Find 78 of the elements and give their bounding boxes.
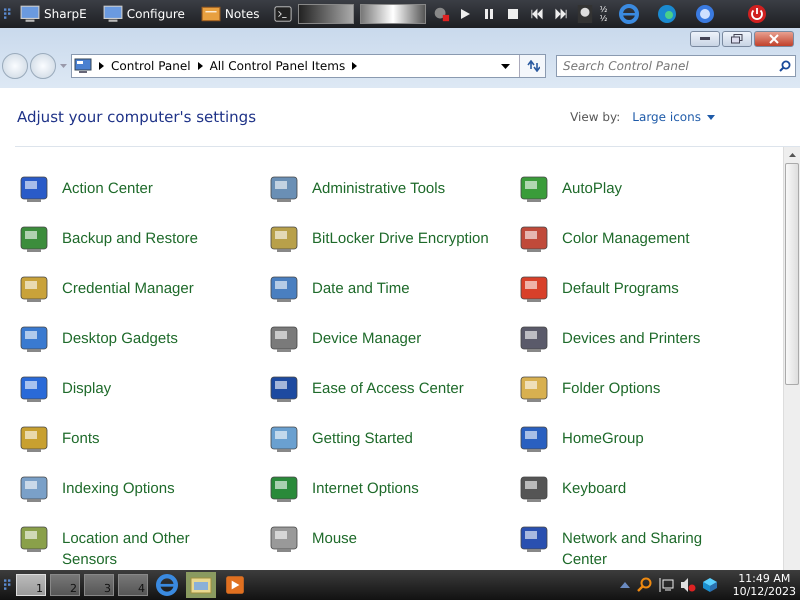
chevron-icon[interactable]	[198, 62, 203, 70]
media-player-icon[interactable]	[224, 574, 246, 596]
search-icon[interactable]	[636, 577, 652, 593]
caret-icon	[707, 114, 715, 120]
control-panel-item-link[interactable]: Device Manager	[312, 328, 422, 349]
previous-icon[interactable]	[530, 8, 543, 20]
restore-button[interactable]	[722, 31, 752, 47]
notepad-icon	[200, 5, 221, 23]
minimize-button[interactable]	[690, 31, 720, 47]
page-heading: Adjust your computer's settings	[17, 108, 258, 126]
breadcrumb-item[interactable]: Control Panel	[111, 59, 191, 73]
folder-icon	[190, 575, 212, 595]
control-panel-item-link[interactable]: Indexing Options	[62, 478, 175, 499]
pause-icon[interactable]	[482, 8, 495, 20]
close-icon	[769, 34, 779, 44]
terminal-icon[interactable]	[274, 5, 292, 23]
control-panel-item-link[interactable]: Backup and Restore	[62, 228, 198, 249]
control-panel-item-link[interactable]: Date and Time	[312, 278, 410, 299]
control-panel-icon	[74, 58, 92, 74]
fraction-label: ½	[600, 5, 608, 14]
control-panel-item-link[interactable]: Fonts	[62, 428, 100, 449]
control-panel-item-link[interactable]: Mouse	[312, 528, 358, 549]
launcher-button[interactable]: Configure	[100, 5, 193, 23]
launcher-button[interactable]: Notes	[198, 5, 268, 23]
breadcrumb-item[interactable]: All Control Panel Items	[210, 59, 346, 73]
power-icon[interactable]	[747, 4, 768, 24]
control-panel-item-link[interactable]: Ease of Access Center	[312, 378, 464, 399]
refresh-button[interactable]	[519, 55, 545, 77]
control-panel-item-link[interactable]: Display	[62, 378, 112, 399]
control-panel-item-link[interactable]: Devices and Printers	[562, 328, 700, 349]
control-panel-item-link[interactable]: Network and Sharing Center	[562, 528, 727, 570]
control-panel-item-link[interactable]: Administrative Tools	[312, 178, 446, 199]
monitor-icon	[102, 5, 123, 23]
graph-bar	[298, 4, 354, 24]
graph-bar	[360, 4, 426, 24]
stop-icon[interactable]	[506, 8, 519, 20]
refresh-arrows-icon	[526, 60, 540, 72]
control-panel-item-link[interactable]: Folder Options	[562, 378, 660, 399]
address-bar[interactable]: Control Panel All Control Panel Items	[71, 54, 546, 78]
control-panel-item-link[interactable]: HomeGroup	[562, 428, 644, 449]
control-panel-item-link[interactable]: Getting Started	[312, 428, 413, 449]
view-by-dropdown[interactable]: Large icons	[632, 110, 715, 124]
next-icon[interactable]	[554, 8, 567, 20]
control-panel-item-link[interactable]: AutoPlay	[562, 178, 622, 199]
scrollbar-thumb[interactable]	[785, 163, 799, 385]
dropdown-arrow-icon[interactable]	[501, 64, 510, 68]
control-panel-item-link[interactable]: Keyboard	[562, 478, 626, 499]
control-panel-item-link[interactable]: Internet Options	[312, 478, 419, 499]
up-arrow-icon[interactable]	[620, 582, 630, 588]
control-panel-item-link[interactable]: Credential Manager	[62, 278, 194, 299]
menu-icon[interactable]	[4, 7, 12, 21]
chevron-icon[interactable]	[352, 62, 358, 70]
close-button[interactable]	[754, 31, 794, 47]
search-icon	[779, 60, 791, 72]
clock-date: 10/12/2023	[732, 585, 796, 598]
fraction-label: ½	[600, 14, 608, 23]
launcher-button[interactable]: SharpE	[18, 5, 95, 23]
control-panel-item-link[interactable]: Action Center	[62, 178, 153, 199]
control-panel-item-link[interactable]: Default Programs	[562, 278, 679, 299]
restore-icon	[731, 34, 743, 44]
chevron-icon[interactable]	[99, 62, 104, 70]
speaker-muted-icon[interactable]	[680, 577, 696, 593]
scroll-up-icon[interactable]	[788, 153, 796, 157]
view-by-label: View by:	[570, 110, 620, 124]
control-panel-item-link[interactable]: Desktop Gadgets	[62, 328, 178, 349]
minimize-icon	[700, 37, 710, 41]
play-icon[interactable]	[458, 8, 471, 20]
clock-time: 11:49 AM	[738, 572, 790, 585]
search-field[interactable]: Search Control Panel	[556, 55, 796, 77]
vertical-scrollbar[interactable]	[783, 147, 800, 570]
control-panel-item-link[interactable]: BitLocker Drive Encryption	[312, 228, 489, 249]
workspace-button[interactable]: 1	[16, 574, 46, 596]
menu-icon[interactable]	[4, 578, 12, 592]
control-panel-item-link[interactable]: Location and Other Sensors	[62, 528, 227, 570]
network-icon[interactable]	[658, 577, 674, 593]
cube-icon[interactable]	[702, 577, 718, 593]
monitor-icon	[20, 5, 40, 23]
control-panel-item-link[interactable]: Color Management	[562, 228, 690, 249]
